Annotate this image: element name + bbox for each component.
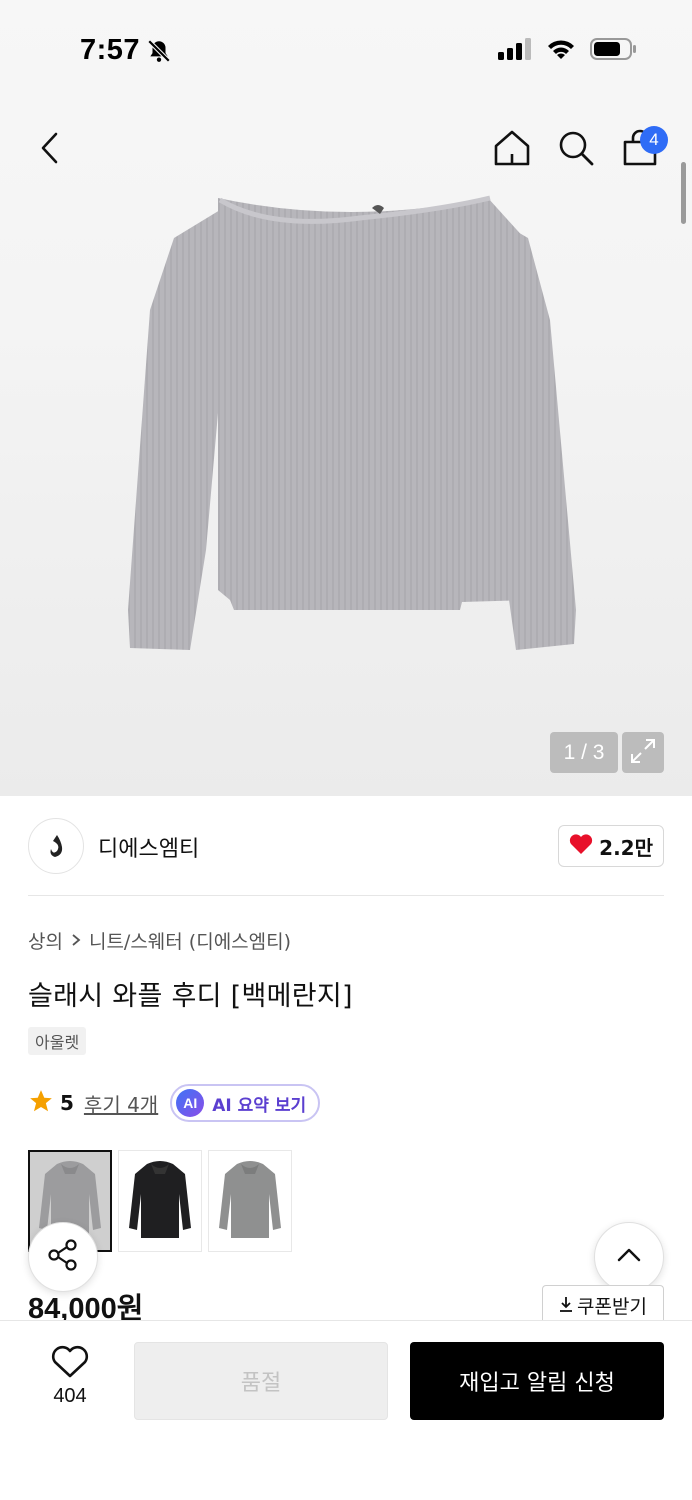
divider [28,895,664,896]
back-icon [38,131,62,169]
restock-alert-button[interactable]: 재입고 알림 신청 [410,1342,664,1420]
ai-summary-button[interactable]: AI AI 요약 보기 [170,1084,321,1122]
image-counter: 1 / 3 [550,732,618,773]
home-button[interactable] [484,118,540,182]
scroll-to-top-button[interactable] [594,1222,664,1292]
share-icon [46,1238,80,1276]
wifi-icon [546,38,576,64]
brand-like-button[interactable]: 2.2만 [558,825,664,867]
status-bar: 7:57 [0,0,692,100]
coupon-label: 쿠폰받기 [577,1296,647,1318]
cart-count-badge: 4 [640,126,668,154]
coupon-button[interactable]: 쿠폰받기 [542,1285,664,1325]
heart-outline-icon [51,1345,89,1383]
breadcrumb: 상의 니트/스웨터 (디에스엠티) [28,927,291,954]
wish-button[interactable]: 404 [30,1345,110,1408]
brand-like-count: 2.2만 [599,835,653,860]
brand-row: 디에스엠티 2.2만 [28,816,664,876]
bottom-action-bar: 404 품절 재입고 알림 신청 [0,1320,692,1500]
share-button[interactable] [28,1222,98,1292]
ai-badge: AI [176,1089,205,1117]
battery-icon [590,38,636,64]
rating-row: 5 후기 4개 AI AI 요약 보기 [28,1084,321,1122]
download-icon [559,1295,573,1317]
outlet-tag: 아울렛 [28,1027,87,1055]
chevron-right-icon [71,930,81,952]
color-option-black[interactable] [118,1150,202,1252]
search-button[interactable] [548,118,604,182]
home-icon [492,128,532,172]
scroll-indicator[interactable] [681,162,686,224]
back-button[interactable] [22,118,78,182]
star-icon [28,1088,54,1118]
product-image[interactable] [110,190,590,670]
breadcrumb-subcategory[interactable]: 니트/스웨터 (디에스엠티) [89,927,291,954]
brand-logo[interactable] [28,818,84,874]
rating-value: 5 [60,1091,74,1115]
color-option-melange[interactable] [208,1150,292,1252]
chevron-up-icon [616,1247,642,1267]
wish-count: 404 [53,1385,87,1407]
ai-summary-label: AI 요약 보기 [212,1095,307,1116]
brand-name[interactable]: 디에스엠티 [98,831,199,863]
signal-icon [498,38,532,64]
cart-button[interactable]: 4 [612,118,668,182]
top-nav: 4 [0,118,692,182]
status-time: 7:57 [80,34,141,66]
mute-bell-icon [146,38,172,68]
reviews-link[interactable]: 후기 4개 [84,1089,158,1118]
expand-icon [629,737,657,769]
status-icons [498,38,636,64]
search-icon [556,128,596,172]
heart-icon [569,833,593,860]
product-title: 슬래시 와플 후디 [백메란지] [28,981,353,1012]
sold-out-button: 품절 [134,1342,388,1420]
expand-button[interactable] [622,732,664,773]
breadcrumb-category[interactable]: 상의 [28,927,63,954]
